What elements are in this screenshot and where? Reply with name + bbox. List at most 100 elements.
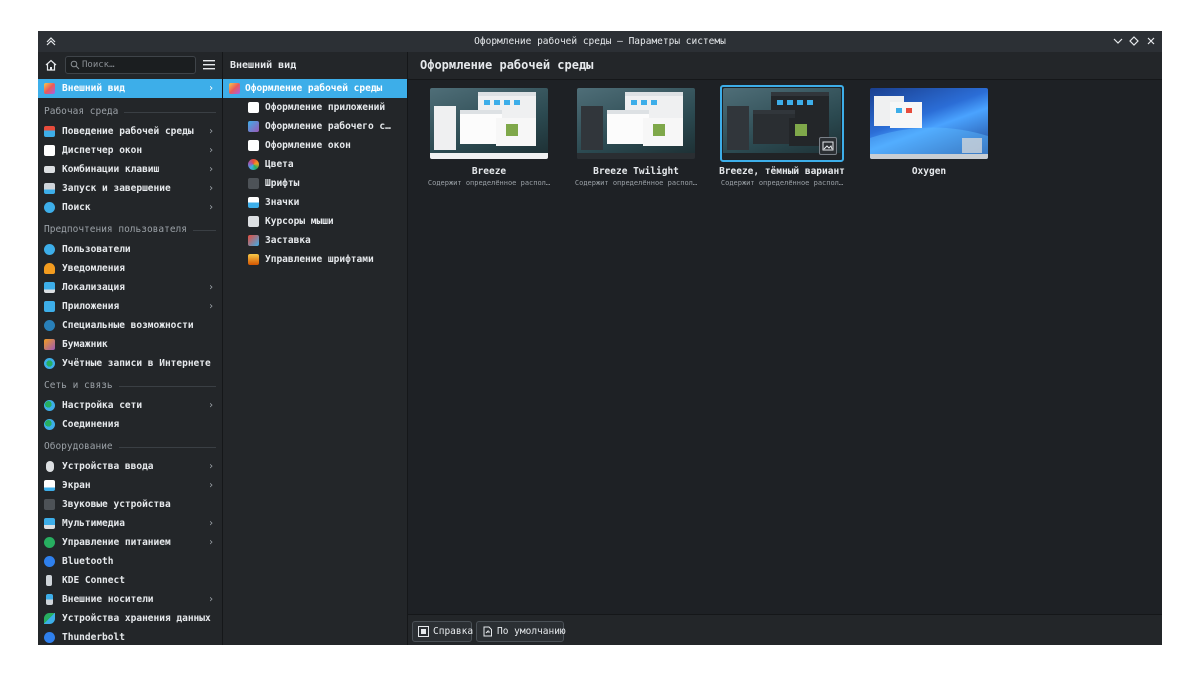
- sidebar-item-label: Управление питанием: [62, 537, 171, 548]
- sidebar-item-appearance[interactable]: Внешний вид ›: [38, 79, 222, 98]
- chevron-right-icon: ›: [208, 145, 215, 156]
- subpanel-item-window-decoration[interactable]: Оформление окон: [223, 136, 407, 155]
- theme-card-breeze-dark[interactable]: Breeze, тёмный вариант Содержит определё…: [715, 85, 845, 196]
- icons-icon: [248, 197, 259, 208]
- sidebar-item-audio[interactable]: Звуковые устройства: [38, 495, 222, 514]
- sidebar-item-accessibility[interactable]: Специальные возможности: [38, 316, 222, 335]
- close-icon[interactable]: [1144, 34, 1158, 48]
- sidebar-item-removable[interactable]: Внешние носители ›: [38, 590, 222, 609]
- theme-preview: [870, 88, 988, 159]
- network-icon: [44, 400, 55, 411]
- theme-preview: [430, 88, 548, 159]
- sidebar-item-startup[interactable]: Запуск и завершение ›: [38, 179, 222, 198]
- sidebar-item-notifications[interactable]: Уведомления: [38, 259, 222, 278]
- sidebar-item-applications[interactable]: Приложения ›: [38, 297, 222, 316]
- sidebar-item-label: Специальные возможности: [62, 320, 194, 331]
- sidebar-item-desktop-behavior[interactable]: Поведение рабочей среды ›: [38, 122, 222, 141]
- font-manager-icon: [248, 254, 259, 265]
- window-manager-icon: [44, 145, 55, 156]
- sidebar-item-users[interactable]: Пользователи: [38, 240, 222, 259]
- sidebar-item-bluetooth[interactable]: Bluetooth: [38, 552, 222, 571]
- theme-name: Oxygen: [911, 166, 947, 177]
- minimize-icon[interactable]: [1111, 34, 1125, 48]
- subpanel-item-label: Заставка: [265, 235, 311, 246]
- subpanel-item-plasma-style[interactable]: Оформление рабочего с…: [223, 117, 407, 136]
- sidebar-item-label: Соединения: [62, 419, 120, 430]
- sidebar-item-multimedia[interactable]: Мультимедиа ›: [38, 514, 222, 533]
- category-hardware: Оборудование: [44, 439, 216, 455]
- sidebar-item-label: Звуковые устройства: [62, 499, 171, 510]
- subpanel-item-fonts[interactable]: Шрифты: [223, 174, 407, 193]
- sidebar-item-label: Комбинации клавиш: [62, 164, 160, 175]
- maximize-icon[interactable]: [1127, 34, 1141, 48]
- plasma-style-icon: [248, 121, 259, 132]
- sidebar-item-label: Приложения: [62, 301, 120, 312]
- category-label: Рабочая среда: [44, 104, 125, 120]
- subpanel-item-font-manager[interactable]: Управление шрифтами: [223, 250, 407, 269]
- defaults-label: По умолчанию: [497, 626, 566, 637]
- subpanel-item-label: Оформление приложений: [265, 102, 386, 113]
- multimedia-icon: [44, 518, 55, 529]
- keyboard-icon: [44, 166, 55, 173]
- sidebar-toolbar: [38, 52, 222, 79]
- theme-preview: [577, 88, 695, 159]
- sidebar-item-search[interactable]: Поиск ›: [38, 198, 222, 217]
- sidebar-item-label: Поведение рабочей среды: [62, 126, 194, 137]
- sidebar-item-window-manager[interactable]: Диспетчер окон ›: [38, 141, 222, 160]
- theme-card-oxygen[interactable]: Oxygen: [862, 86, 992, 196]
- display-icon: [44, 480, 55, 491]
- bluetooth-icon: [44, 556, 55, 567]
- subpanel-item-icons[interactable]: Значки: [223, 193, 407, 212]
- theme-card-breeze[interactable]: Breeze Содержит определённое распол…: [422, 86, 552, 196]
- home-icon[interactable]: [44, 58, 58, 72]
- online-accounts-icon: [44, 358, 55, 369]
- preview-button[interactable]: [819, 137, 837, 155]
- footer-toolbar: Справка По умолчанию: [408, 614, 1162, 645]
- sidebar-item-label: Поиск: [62, 202, 91, 213]
- wallet-icon: [44, 339, 55, 350]
- sidebar-item-network-settings[interactable]: Настройка сети ›: [38, 396, 222, 415]
- subpanel-item-cursors[interactable]: Курсоры мыши: [223, 212, 407, 231]
- subpanel-item-colors[interactable]: Цвета: [223, 155, 407, 174]
- search-field[interactable]: [65, 56, 196, 74]
- sidebar-item-input-devices[interactable]: Устройства ввода ›: [38, 457, 222, 476]
- sidebar-item-label: Bluetooth: [62, 556, 114, 567]
- subpanel-item-label: Курсоры мыши: [265, 216, 334, 227]
- chevron-right-icon: ›: [208, 126, 215, 137]
- desktop-behavior-icon: [44, 126, 55, 137]
- defaults-button[interactable]: По умолчанию: [476, 621, 566, 642]
- hamburger-menu-icon[interactable]: [203, 59, 215, 70]
- usb-icon: [46, 594, 53, 605]
- subpanel-item-app-style[interactable]: Оформление приложений: [223, 98, 407, 117]
- sidebar-item-power[interactable]: Управление питанием ›: [38, 533, 222, 552]
- theme-description: Содержит определённое распол…: [574, 179, 698, 187]
- app-style-icon: [248, 102, 259, 113]
- sidebar-item-display[interactable]: Экран ›: [38, 476, 222, 495]
- sidebar-item-label: Пользователи: [62, 244, 131, 255]
- sidebar-item-kde-connect[interactable]: KDE Connect: [38, 571, 222, 590]
- sidebar: Внешний вид › Рабочая среда Поведение ра…: [38, 52, 223, 645]
- localization-icon: [44, 282, 55, 293]
- subpanel-title: Внешний вид: [230, 60, 297, 71]
- sidebar-item-label: Уведомления: [62, 263, 125, 274]
- storage-icon: [44, 613, 55, 624]
- sidebar-item-label: Внешние носители: [62, 594, 154, 605]
- theme-preview: [723, 88, 841, 159]
- theme-card-breeze-twilight[interactable]: Breeze Twilight Содержит определённое ра…: [569, 86, 699, 196]
- category-user-preferences: Предпочтения пользователя: [44, 222, 216, 238]
- sidebar-item-online-accounts[interactable]: Учётные записи в Интернете: [38, 354, 222, 373]
- sidebar-item-thunderbolt[interactable]: Thunderbolt: [38, 628, 222, 645]
- subpanel-item-global-theme[interactable]: Оформление рабочей среды: [223, 79, 407, 98]
- category-network: Сеть и связь: [44, 378, 216, 394]
- sidebar-item-localization[interactable]: Локализация ›: [38, 278, 222, 297]
- global-theme-icon: [229, 83, 240, 94]
- sidebar-item-wallet[interactable]: Бумажник: [38, 335, 222, 354]
- sidebar-item-storage[interactable]: Устройства хранения данных: [38, 609, 222, 628]
- subpanel-item-splash[interactable]: Заставка: [223, 231, 407, 250]
- sidebar-item-shortcuts[interactable]: Комбинации клавиш ›: [38, 160, 222, 179]
- search-input[interactable]: [82, 57, 192, 73]
- sidebar-item-connections[interactable]: Соединения: [38, 415, 222, 434]
- main-header: Оформление рабочей среды: [408, 52, 1162, 80]
- help-button[interactable]: Справка: [412, 621, 473, 642]
- theme-description: Содержит определённое распол…: [427, 179, 551, 187]
